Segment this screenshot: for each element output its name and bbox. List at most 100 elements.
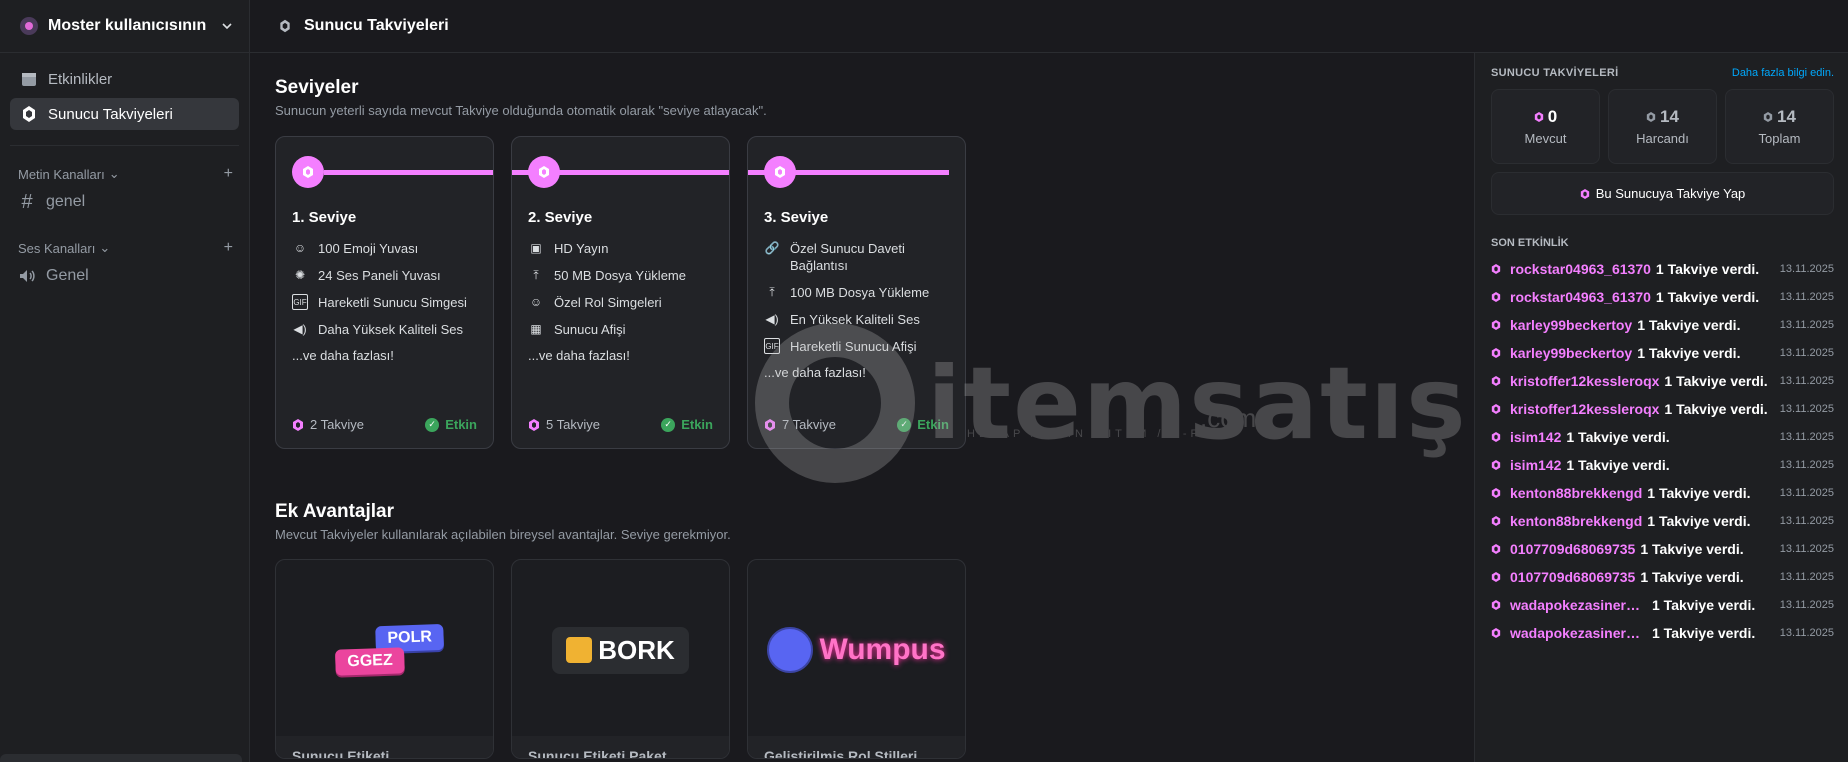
activity-list: rockstar04963_61370 1 Takviye verdi. 13.11… <box>1491 255 1834 647</box>
activity-text: 1 Takviye verdi. <box>1640 569 1744 585</box>
activity-user[interactable]: karley99beckertoy <box>1510 317 1632 333</box>
tier-perk: ☺ Özel Rol Simgeleri <box>529 294 662 311</box>
activity-date: 13.11.2025 <box>1779 263 1834 275</box>
activity-date: 13.11.2025 <box>1779 375 1834 387</box>
activity-date: 13.11.2025 <box>1779 599 1834 611</box>
activity-date: 13.11.2025 <box>1779 319 1834 331</box>
activity-row: isim142 1 Takviye verdi. 13.11.2025 <box>1491 451 1834 479</box>
boost-gem-icon <box>1491 348 1501 358</box>
channel-label: genel <box>46 193 86 210</box>
extra-perks-subtitle: Mevcut Takviyeler kullanılarak açılabile… <box>275 527 731 542</box>
top-bar: Sunucu Takviyeleri <box>250 0 1848 53</box>
tier-status: Etkin <box>445 417 477 432</box>
gif-icon: GIF <box>764 338 780 354</box>
activity-text: 1 Takviye verdi. <box>1640 541 1744 557</box>
sidebar-item-events[interactable]: Etkinlikler <box>10 63 239 95</box>
tier-more: ...ve daha fazlası! <box>292 348 394 363</box>
levels-subtitle: Sunucun yeterli sayıda mevcut Takviye ol… <box>275 103 767 118</box>
role-icon: ☺ <box>529 294 543 309</box>
server-header[interactable]: Moster kullanıcısının s... <box>0 0 249 53</box>
app-window: Moster kullanıcısının s... Etkinlikler S… <box>0 0 1848 762</box>
tier-perk: ▦ Sunucu Afişi <box>528 321 713 338</box>
activity-user[interactable]: wadapokezasiner_772... <box>1510 597 1647 613</box>
boost-gem-icon <box>529 418 539 431</box>
activity-row: kristoffer12kessleroqx 1 Takviye verdi. 13… <box>1491 367 1834 395</box>
emoji-icon: ☺ <box>293 240 307 255</box>
boost-gem-icon <box>1491 264 1501 274</box>
tier-footer: 7 Takviye ✓ Etkin <box>764 417 949 432</box>
activity-user[interactable]: kristoffer12kessleroqx <box>1510 401 1659 417</box>
activity-date: 13.11.2025 <box>1779 571 1834 583</box>
boost-gem-icon <box>293 418 303 431</box>
activity-user[interactable]: karley99beckertoy <box>1510 345 1632 361</box>
activity-date: 13.11.2025 <box>1779 627 1834 639</box>
activity-row: wadapokezasiner_772... 1 Takviye verdi. 13… <box>1491 591 1834 619</box>
main-area: Sunucu Takviyeleri Seviyeler Sunucun yet… <box>250 0 1848 762</box>
upload-icon: ⤒ <box>769 284 775 299</box>
tier-name: 3. Seviye <box>764 209 829 226</box>
activity-text: 1 Takviye verdi. <box>1566 429 1670 445</box>
activity-row: kenton88brekkengd 1 Takviye verdi. 13.11.2… <box>1491 507 1834 535</box>
tier-perk: ✺ 24 Ses Paneli Yuvası <box>292 267 477 284</box>
activity-user[interactable]: wadapokezasiner_772... <box>1510 625 1647 641</box>
boost-gem-icon <box>1491 320 1501 330</box>
perk-card-caption: Geliştirilmiş Rol Stilleri <box>748 736 965 758</box>
activity-user[interactable]: 0107709d68069735 <box>1510 569 1635 585</box>
activity-text: 1 Takviye verdi. <box>1655 261 1760 277</box>
category-text-channels[interactable]: Metin Kanalları ⌄ + <box>0 162 249 186</box>
activity-user[interactable]: isim142 <box>1510 429 1561 445</box>
activity-user[interactable]: rockstar04963_61370 <box>1510 289 1651 305</box>
activity-user[interactable]: kenton88brekkengd <box>1510 513 1642 529</box>
activity-user[interactable]: rockstar04963_61370 <box>1510 261 1651 277</box>
activity-text: 1 Takviye verdi. <box>1664 373 1768 389</box>
category-voice-channels[interactable]: Ses Kanalları ⌄ + <box>0 236 249 260</box>
boost-gem-icon <box>528 156 560 188</box>
sidebar-item-server-boosts[interactable]: Sunucu Takviyeleri <box>10 98 239 130</box>
learn-more-link[interactable]: Daha fazla bilgi edin. <box>1732 67 1834 79</box>
stat-total: 14 Toplam <box>1725 89 1834 164</box>
tier-perk: ⤒ 100 MB Dosya Yükleme <box>764 284 949 301</box>
user-panel-edge <box>0 754 242 762</box>
add-channel-icon[interactable]: + <box>224 239 233 257</box>
perk-card-server-tag[interactable]: POLR GGEZ Sunucu Etiketi <box>275 559 494 759</box>
bork-label: BORK <box>598 634 675 665</box>
boost-summary-panel: SUNUCU TAKVİYELERİ Daha fazla bilgi edin… <box>1474 53 1848 762</box>
server-name: Moster kullanıcısının s... <box>48 17 211 34</box>
chevron-down-icon: ⌄ <box>99 240 111 255</box>
role-styles-art: Wumpus <box>748 560 965 740</box>
activity-row: wadapokezasiner_772... 1 Takviye verdi. 13… <box>1491 619 1834 647</box>
boost-stats: 0 Mevcut 14 Harcandı 14 Toplam <box>1491 89 1834 164</box>
tier-footer: 2 Takviye ✓ Etkin <box>292 417 477 432</box>
channel-genel-text[interactable]: # genel <box>0 186 249 218</box>
boost-gem-icon <box>1580 188 1589 199</box>
server-icon <box>20 17 38 35</box>
boost-gem-icon <box>1534 112 1543 122</box>
add-channel-icon[interactable]: + <box>224 165 233 183</box>
channel-genel-voice[interactable]: Genel <box>0 260 249 292</box>
tier-perk: 🔗 Özel Sunucu Daveti Bağlantısı <box>764 240 905 274</box>
server-tag-art: POLR GGEZ <box>276 560 493 740</box>
tier-list: 1. Seviye ☺ 100 Emoji Yuvası ✺ 24 Ses Pane… <box>275 136 1450 449</box>
activity-row: isim142 1 Takviye verdi. 13.11.2025 <box>1491 423 1834 451</box>
page-title: Sunucu Takviyeleri <box>304 17 449 34</box>
boost-server-button[interactable]: Bu Sunucuya Takviye Yap <box>1491 172 1834 215</box>
tier-perk: ▣ HD Yayın <box>528 240 713 257</box>
tier-more: ...ve daha fazlası! <box>528 348 630 363</box>
tier-status: Etkin <box>681 417 713 432</box>
tier-card-3: 3. Seviye 🔗 Özel Sunucu Daveti Bağlantısı… <box>747 136 966 449</box>
activity-row: kenton88brekkengd 1 Takviye verdi. 13.11.2… <box>1491 479 1834 507</box>
activity-user[interactable]: 0107709d68069735 <box>1510 541 1635 557</box>
perk-card-role-styles[interactable]: Wumpus Geliştirilmiş Rol Stilleri <box>747 559 966 759</box>
boost-gem-icon <box>1491 460 1501 470</box>
activity-user[interactable]: isim142 <box>1510 457 1561 473</box>
activity-user[interactable]: kristoffer12kessleroqx <box>1510 373 1659 389</box>
perk-card-tag-pack[interactable]: BORK Sunucu Etiketi Paket <box>511 559 730 759</box>
soundboard-icon: ✺ <box>294 267 306 282</box>
content: Seviyeler Sunucun yeterli sayıda mevcut … <box>250 53 1848 762</box>
tier-perk: ☺ 100 Emoji Yuvası <box>293 240 419 257</box>
tier-perk: ◀) En Yüksek Kaliteli Ses <box>765 311 920 328</box>
activity-user[interactable]: kenton88brekkengd <box>1510 485 1642 501</box>
activity-row: rockstar04963_61370 1 Takviye verdi. 13.11… <box>1491 283 1834 311</box>
boost-center: Seviyeler Sunucun yeterli sayıda mevcut … <box>250 53 1474 762</box>
activity-row: 0107709d68069735 1 Takviye verdi. 13.11.20… <box>1491 563 1834 591</box>
